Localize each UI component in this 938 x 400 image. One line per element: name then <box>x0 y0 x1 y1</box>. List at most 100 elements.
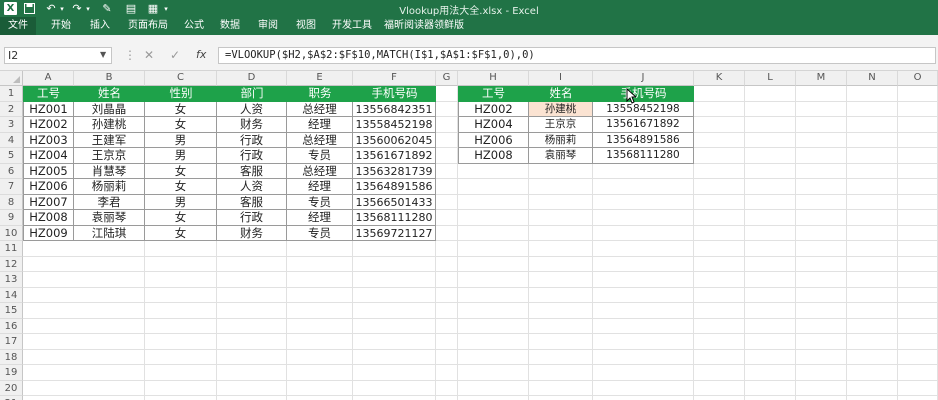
column-header-m[interactable]: M <box>796 71 847 86</box>
row-header-20[interactable]: 20 <box>0 380 23 396</box>
column-header-g[interactable]: G <box>436 71 458 86</box>
table-cell[interactable]: HZ005 <box>23 163 74 179</box>
row-header-18[interactable]: 18 <box>0 349 23 365</box>
table-cell[interactable]: 王京京 <box>74 148 145 164</box>
tab-home[interactable]: 开始 <box>46 17 76 35</box>
table-cell[interactable]: 专员 <box>287 194 353 210</box>
table-cell[interactable]: 13566501433 <box>353 194 436 210</box>
table-cell[interactable]: 孙建桃 <box>74 117 145 133</box>
table-cell[interactable]: 杨丽莉 <box>74 179 145 195</box>
table-cell[interactable]: 女 <box>145 179 217 195</box>
tab-review[interactable]: 审阅 <box>254 17 282 35</box>
table-cell[interactable]: 行政 <box>217 148 287 164</box>
table-cell[interactable]: 男 <box>145 148 217 164</box>
table-cell[interactable]: 男 <box>145 194 217 210</box>
table-cell[interactable]: 13563281739 <box>353 163 436 179</box>
row-header-11[interactable]: 11 <box>0 241 23 257</box>
lookup-header-cell[interactable]: 姓名 <box>529 86 593 102</box>
name-box-dropdown-icon[interactable]: ▼ <box>100 50 106 59</box>
table-cell[interactable]: 总经理 <box>287 101 353 117</box>
column-header-n[interactable]: N <box>847 71 898 86</box>
table-cell[interactable]: 李君 <box>74 194 145 210</box>
table-cell[interactable]: 财务 <box>217 225 287 241</box>
tab-view[interactable]: 视图 <box>292 17 320 35</box>
table-cell[interactable]: 经理 <box>287 210 353 226</box>
table-cell[interactable]: HZ002 <box>23 117 74 133</box>
table-header-cell[interactable]: 手机号码 <box>353 86 436 102</box>
table-cell[interactable]: 13564891586 <box>353 179 436 195</box>
table-cell[interactable]: HZ001 <box>23 101 74 117</box>
row-header-1[interactable]: 1 <box>0 86 23 102</box>
table-cell[interactable]: 13561671892 <box>353 148 436 164</box>
tab-formulas[interactable]: 公式 <box>180 17 208 35</box>
tab-file[interactable]: 文件 <box>0 17 36 35</box>
row-header-21[interactable]: 21 <box>0 396 23 400</box>
table-cell[interactable]: 客服 <box>217 194 287 210</box>
row-header-13[interactable]: 13 <box>0 272 23 288</box>
select-all-button[interactable] <box>0 71 23 86</box>
row-header-7[interactable]: 7 <box>0 179 23 195</box>
lookup-cell[interactable]: 王京京 <box>529 117 593 133</box>
table-cell[interactable]: 女 <box>145 210 217 226</box>
row-header-17[interactable]: 17 <box>0 334 23 350</box>
active-cell[interactable]: 孙建桃 <box>529 101 593 117</box>
table-cell[interactable]: HZ004 <box>23 148 74 164</box>
formula-input[interactable]: =VLOOKUP($H2,$A$2:$F$10,MATCH(I$1,$A$1:$… <box>218 47 936 64</box>
table-cell[interactable]: 13569721127 <box>353 225 436 241</box>
row-header-15[interactable]: 15 <box>0 303 23 319</box>
row-header-14[interactable]: 14 <box>0 287 23 303</box>
table-cell[interactable]: 行政 <box>217 132 287 148</box>
column-header-f[interactable]: F <box>353 71 436 86</box>
lookup-cell[interactable]: 13568111280 <box>593 148 694 164</box>
column-header-a[interactable]: A <box>23 71 74 86</box>
table-cell[interactable]: HZ009 <box>23 225 74 241</box>
table-cell[interactable]: 总经理 <box>287 132 353 148</box>
table-cell[interactable]: 13558452198 <box>353 117 436 133</box>
lookup-cell[interactable]: HZ006 <box>458 132 529 148</box>
spreadsheet-grid[interactable]: A B C D E F G H I J K L M N O 1 2 3 4 5 6 7 8 9 10 11 12 13 14 15 16 17… <box>0 71 938 400</box>
enter-icon[interactable]: ✓ <box>170 48 180 62</box>
column-header-e[interactable]: E <box>287 71 353 86</box>
tab-foxit-reader[interactable]: 福昕阅读器领鲜版 <box>384 17 464 35</box>
row-header-2[interactable]: 2 <box>0 101 23 117</box>
row-header-12[interactable]: 12 <box>0 256 23 272</box>
table-cell[interactable]: 人资 <box>217 101 287 117</box>
table-cell[interactable]: 女 <box>145 117 217 133</box>
lookup-cell[interactable]: HZ002 <box>458 101 529 117</box>
table-cell[interactable]: HZ007 <box>23 194 74 210</box>
row-header-9[interactable]: 9 <box>0 210 23 226</box>
table-cell[interactable]: 女 <box>145 225 217 241</box>
column-header-k[interactable]: K <box>694 71 745 86</box>
table-cell[interactable]: 客服 <box>217 163 287 179</box>
table-header-cell[interactable]: 姓名 <box>74 86 145 102</box>
table-cell[interactable]: 男 <box>145 132 217 148</box>
table-cell[interactable]: HZ003 <box>23 132 74 148</box>
row-header-3[interactable]: 3 <box>0 117 23 133</box>
row-header-4[interactable]: 4 <box>0 132 23 148</box>
lookup-header-cell[interactable]: 工号 <box>458 86 529 102</box>
tab-developer[interactable]: 开发工具 <box>330 17 374 35</box>
insert-function-icon[interactable]: fx <box>196 48 206 61</box>
column-header-i[interactable]: I <box>529 71 593 86</box>
table-cell[interactable]: 袁丽琴 <box>74 210 145 226</box>
table-cell[interactable]: 财务 <box>217 117 287 133</box>
table-header-cell[interactable]: 工号 <box>23 86 74 102</box>
table-header-cell[interactable]: 性别 <box>145 86 217 102</box>
column-header-h[interactable]: H <box>458 71 529 86</box>
lookup-header-cell[interactable]: 手机号码 <box>593 86 694 102</box>
table-header-cell[interactable]: 职务 <box>287 86 353 102</box>
table-cell[interactable]: 女 <box>145 163 217 179</box>
lookup-cell[interactable]: 杨丽莉 <box>529 132 593 148</box>
tab-insert[interactable]: 插入 <box>86 17 114 35</box>
lookup-cell[interactable]: 袁丽琴 <box>529 148 593 164</box>
column-header-b[interactable]: B <box>74 71 145 86</box>
column-header-d[interactable]: D <box>217 71 287 86</box>
table-cell[interactable]: 13556842351 <box>353 101 436 117</box>
column-header-o[interactable]: O <box>898 71 938 86</box>
lookup-cell[interactable]: 13564891586 <box>593 132 694 148</box>
more-options-icon[interactable]: ⋮ <box>124 48 136 62</box>
table-cell[interactable]: 13568111280 <box>353 210 436 226</box>
row-header-6[interactable]: 6 <box>0 163 23 179</box>
lookup-cell[interactable]: 13558452198 <box>593 101 694 117</box>
table-cell[interactable]: 专员 <box>287 225 353 241</box>
